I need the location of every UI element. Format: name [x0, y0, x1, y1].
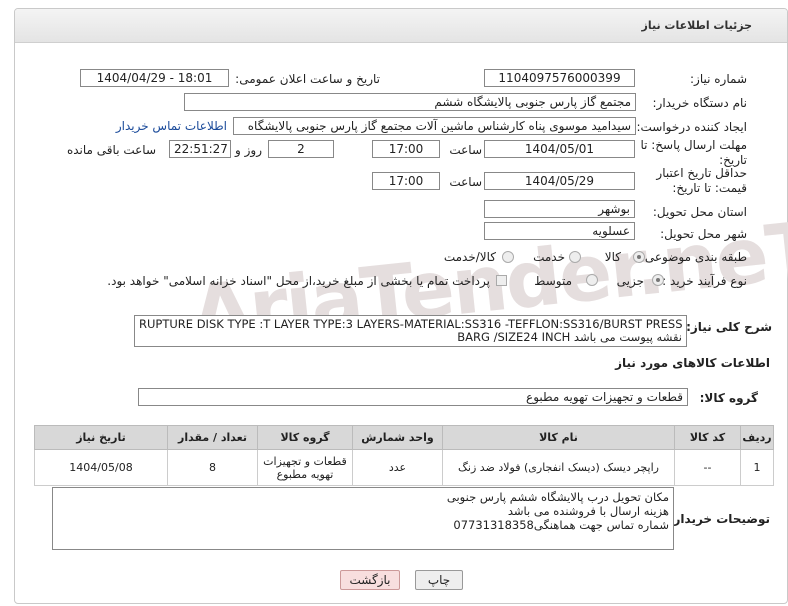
- process-option-minor: جزیی: [616, 274, 644, 288]
- buyer-org-label: نام دستگاه خریدار:: [652, 96, 748, 110]
- announce-date-field: 1404/04/29 - 18:01: [80, 69, 229, 87]
- deadline-time-label: ساعت: [449, 143, 482, 157]
- validity-time-field: 17:00: [372, 172, 440, 190]
- treasury-checkbox[interactable]: [496, 275, 507, 286]
- cell-quantity: 8: [167, 449, 258, 486]
- description-line-2: BARG /SIZE24 INCH نقشه پیوست می باشد: [457, 330, 682, 344]
- table-header-row: ردیف کد کالا نام کالا واحد شمارش گروه کا…: [34, 425, 774, 450]
- buyer-note-line: مکان تحویل درب پالایشگاه ششم پارس جنوبی: [446, 490, 669, 504]
- table-row[interactable]: 1 -- راپچر دیسک (دیسک انفجاری) فولاد ضد …: [34, 449, 774, 486]
- creator-label: ایجاد کننده درخواست:: [636, 120, 747, 134]
- buyer-org-field: مجتمع گاز پارس جنوبی پالایشگاه ششم: [184, 93, 636, 111]
- panel-title: جزئیات اطلاعات نیاز: [641, 19, 753, 32]
- category-radio-goods-service[interactable]: [502, 251, 514, 263]
- goods-group-label: گروه کالا:: [699, 391, 758, 405]
- col-header-code: کد کالا: [674, 425, 741, 450]
- process-label: نوع فرآیند خرید :: [662, 274, 747, 288]
- process-radio-medium[interactable]: [586, 274, 598, 286]
- validity-time-label: ساعت: [449, 175, 482, 189]
- buyer-contact-link[interactable]: اطلاعات تماس خریدار: [116, 119, 227, 133]
- cell-need-date: 1404/05/08: [34, 449, 168, 486]
- col-header-name: نام کالا: [442, 425, 675, 450]
- cell-unit: عدد: [352, 449, 443, 486]
- deadline-label: مهلت ارسال پاسخ: تا تاریخ:: [640, 138, 747, 167]
- process-option-medium: متوسط: [534, 274, 572, 288]
- back-button[interactable]: بازگشت: [340, 570, 400, 590]
- category-radio-service[interactable]: [569, 251, 581, 263]
- col-header-need-date: تاریخ نیاز: [34, 425, 168, 450]
- remaining-label: ساعت باقی مانده: [66, 143, 156, 157]
- creator-field: سیدامید موسوی پناه کارشناس ماشین آلات مج…: [233, 117, 636, 135]
- description-label: شرح کلی نیاز:: [686, 320, 772, 334]
- category-option-goods: کالا: [604, 250, 621, 264]
- col-header-unit: واحد شمارش: [352, 425, 443, 450]
- col-header-quantity: تعداد / مقدار: [167, 425, 258, 450]
- cell-row-num: 1: [740, 449, 774, 486]
- print-button[interactable]: چاپ: [415, 570, 463, 590]
- city-field: عسلویه: [484, 222, 635, 240]
- payment-note: پرداخت تمام یا بخشی از مبلغ خرید،از محل …: [107, 274, 490, 288]
- process-radio-minor[interactable]: [652, 274, 664, 286]
- category-option-service: خدمت: [533, 250, 565, 264]
- city-label: شهر محل تحویل:: [660, 227, 747, 241]
- col-header-group: گروه کالا: [257, 425, 353, 450]
- category-radio-goods[interactable]: [633, 251, 645, 263]
- days-count-field: 2: [268, 140, 334, 158]
- validity-date-field: 1404/05/29: [484, 172, 635, 190]
- need-number-label: شماره نیاز:: [690, 72, 747, 86]
- goods-info-title: اطلاعات کالاهای مورد نیاز: [615, 356, 770, 370]
- announce-label: تاریخ و ساعت اعلان عمومی:: [235, 72, 380, 86]
- col-header-row-num: ردیف: [740, 425, 774, 450]
- description-textarea[interactable]: RUPTURE DISK TYPE :T LAYER TYPE:3 LAYERS…: [134, 315, 687, 347]
- goods-group-field: قطعات و تجهیزات تهویه مطبوع: [138, 388, 688, 406]
- category-label: طبقه بندی موضوعی:: [640, 250, 747, 264]
- buyer-notes-textarea[interactable]: مکان تحویل درب پالایشگاه ششم پارس جنوبی …: [52, 487, 674, 550]
- category-option-goods-service: کالا/خدمت: [443, 250, 496, 264]
- buyer-note-line: هزینه ارسال با فروشنده می باشد: [507, 504, 669, 518]
- buyer-notes-label: توضیحات خریدار:: [668, 512, 770, 526]
- cell-code: --: [674, 449, 741, 486]
- buyer-note-line: شماره تماس جهت هماهنگی07731318358: [453, 518, 669, 532]
- province-field: بوشهر: [484, 200, 635, 218]
- province-label: استان محل تحویل:: [652, 205, 747, 219]
- items-table: ردیف کد کالا نام کالا واحد شمارش گروه کا…: [34, 425, 774, 486]
- cell-group: قطعات و تجهیزات تهویه مطبوع: [257, 449, 353, 486]
- remaining-time-field: 22:51:27: [169, 140, 231, 158]
- price-validity-label: حداقل تاریخ اعتبار قیمت: تا تاریخ:: [656, 166, 747, 195]
- deadline-date-field: 1404/05/01: [484, 140, 635, 158]
- deadline-time-field: 17:00: [372, 140, 440, 158]
- cell-name: راپچر دیسک (دیسک انفجاری) فولاد ضد زنگ: [442, 449, 675, 486]
- days-label: روز و: [235, 143, 262, 157]
- need-number-field: 1104097576000399: [484, 69, 635, 87]
